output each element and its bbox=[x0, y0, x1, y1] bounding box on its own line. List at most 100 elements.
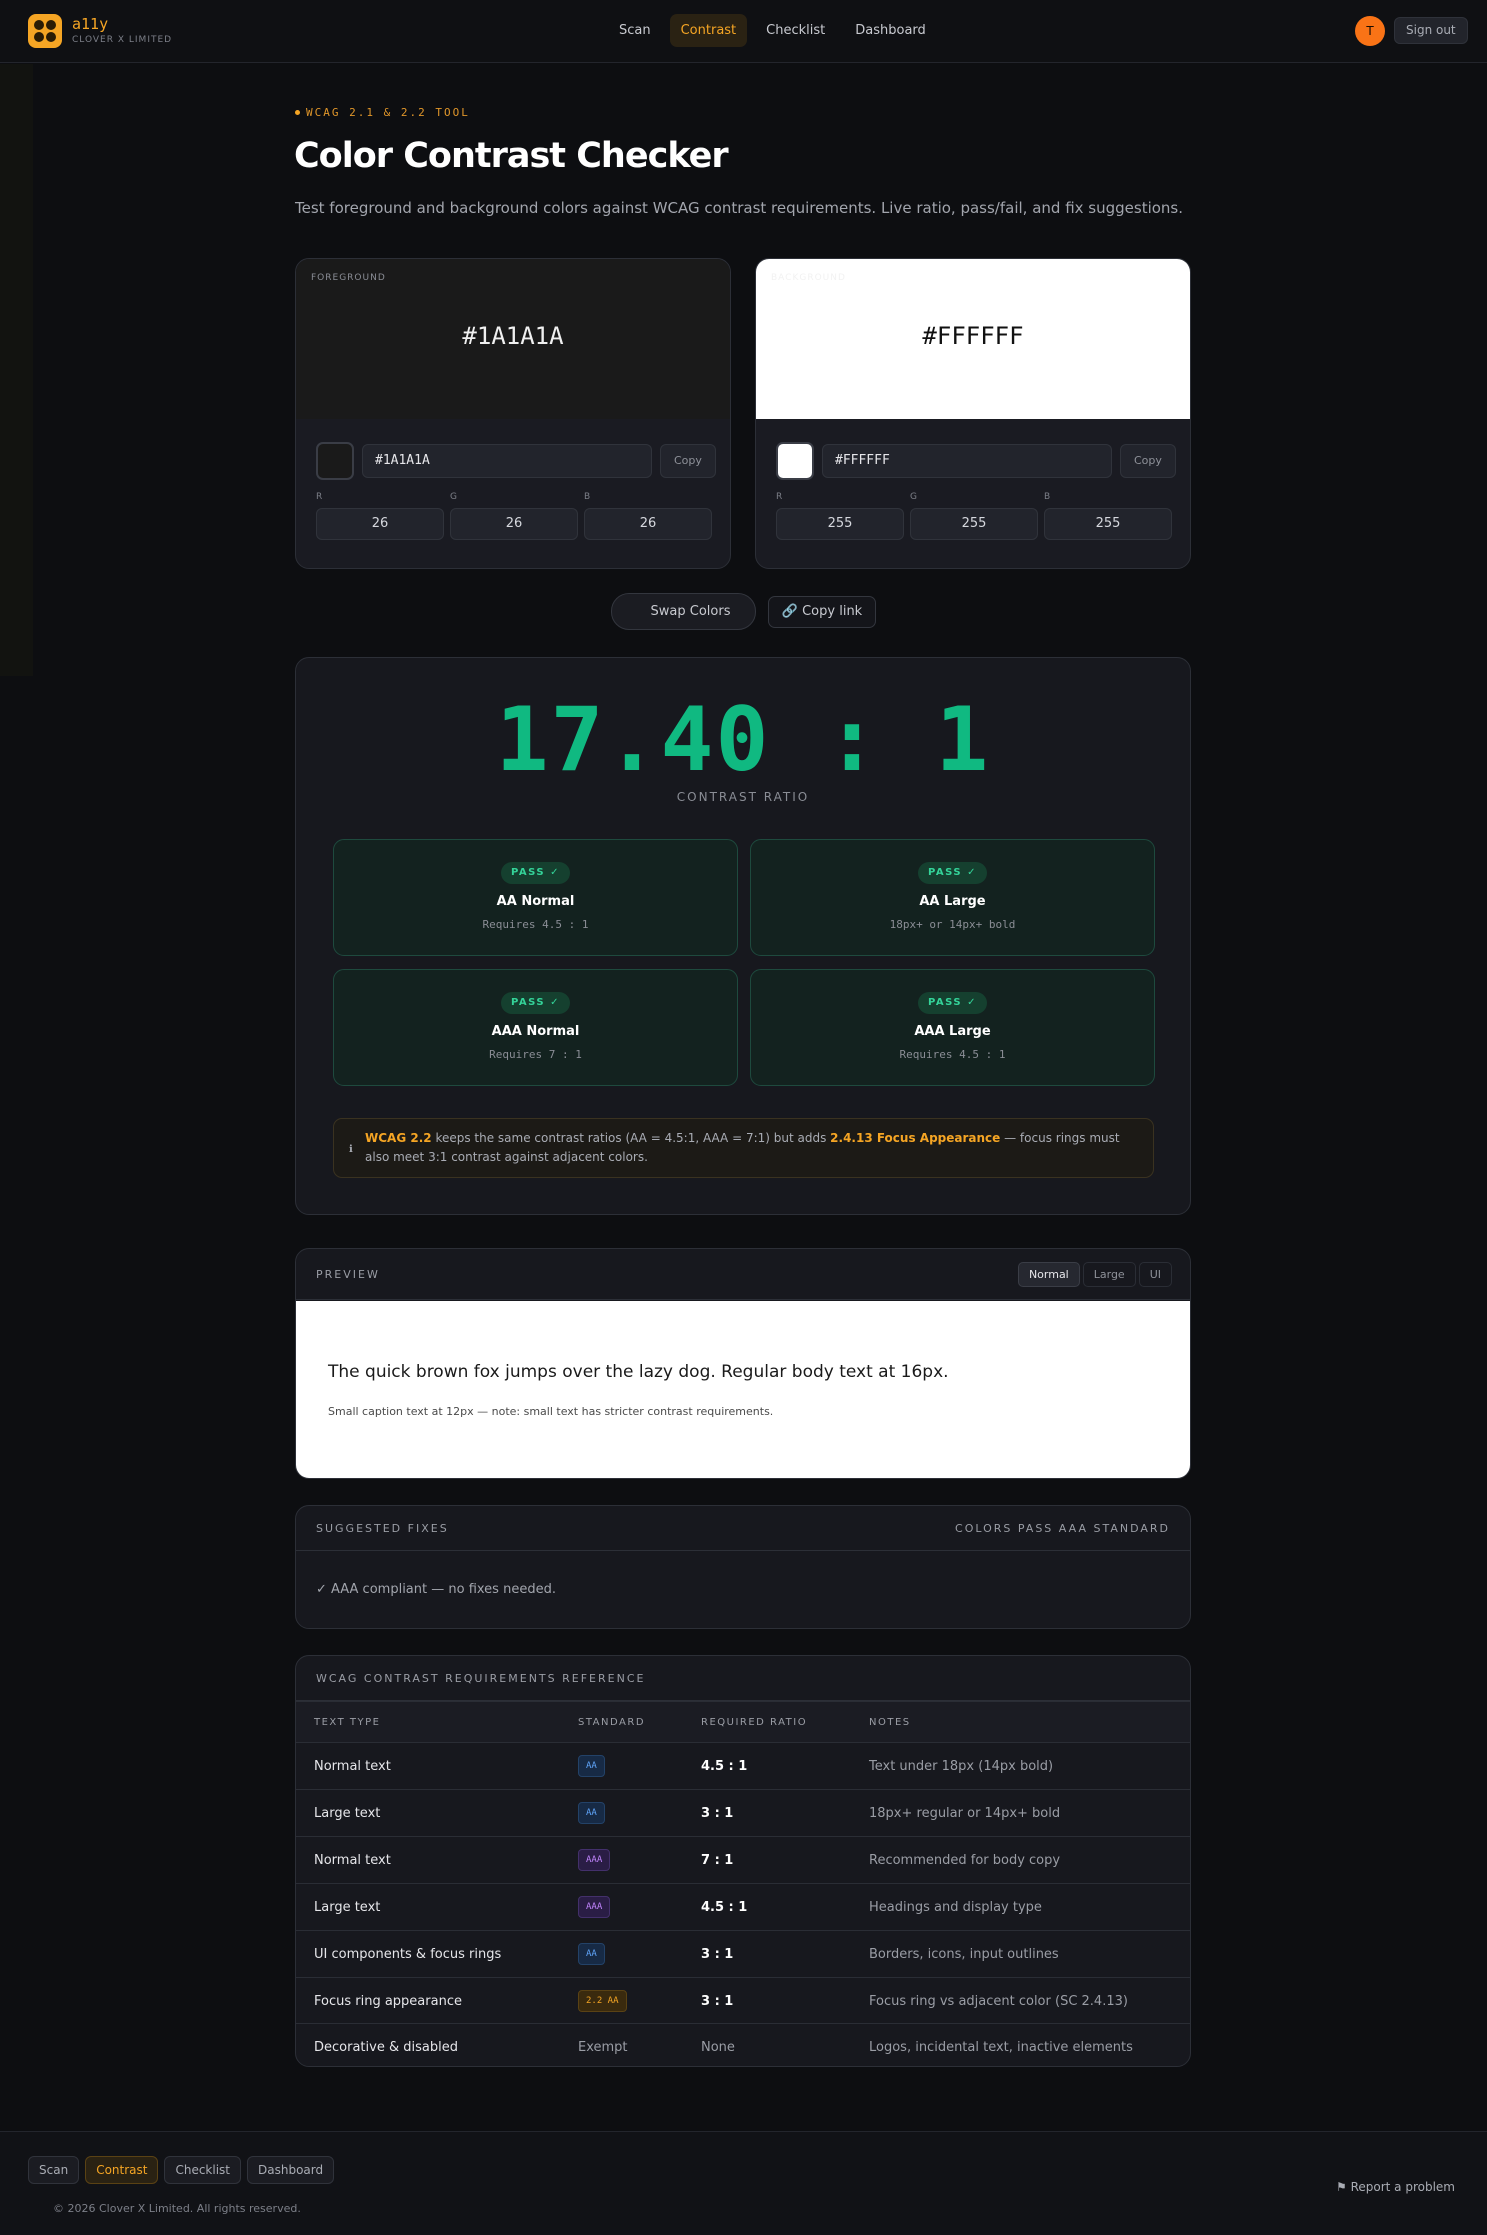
check-requirement: Requires 7 : 1 bbox=[489, 1048, 582, 1061]
brand-subtitle: CLOVER X LIMITED bbox=[72, 35, 173, 45]
eyebrow: WCAG 2.1 & 2.2 TOOL bbox=[295, 106, 470, 119]
background-hex-input[interactable]: #FFFFFF bbox=[822, 444, 1112, 478]
standard-badge: 2.2 AA bbox=[578, 1990, 627, 2012]
preview-mode-ui[interactable]: UI bbox=[1138, 1262, 1172, 1287]
standard-badge: AA bbox=[578, 1755, 605, 1777]
preview-mode-toggle: Normal Large UI bbox=[1017, 1262, 1172, 1287]
foreground-swatch[interactable]: FOREGROUND #1A1A1A bbox=[296, 259, 730, 419]
copy-link-label: Copy link bbox=[802, 604, 863, 619]
check-name: AAA Normal bbox=[491, 1024, 580, 1039]
check-card-aaa-large: PASS ✓ AAA Large Requires 4.5 : 1 bbox=[750, 969, 1155, 1086]
link-icon: 🔗 bbox=[781, 604, 798, 619]
info-icon: ℹ bbox=[349, 1144, 353, 1155]
footer-link-contrast[interactable]: Contrast bbox=[85, 2156, 159, 2184]
header-notes: NOTES bbox=[869, 1716, 911, 1728]
foreground-copy-button[interactable]: Copy bbox=[660, 444, 716, 478]
background-label: BACKGROUND bbox=[771, 273, 846, 283]
cell-text-type: Large text bbox=[314, 1899, 381, 1915]
cell-ratio: 3 : 1 bbox=[701, 1993, 734, 2009]
background-b-input[interactable]: 255 bbox=[1044, 508, 1172, 540]
cell-text-type: UI components & focus rings bbox=[314, 1946, 502, 1962]
standard-badge: AA bbox=[578, 1943, 605, 1965]
foreground-g-input[interactable]: 26 bbox=[450, 508, 578, 540]
note-highlight: 2.4.13 Focus Appearance bbox=[830, 1131, 1001, 1145]
footer-link-checklist[interactable]: Checklist bbox=[164, 2156, 242, 2184]
preview-mode-large[interactable]: Large bbox=[1082, 1262, 1136, 1287]
cell-text-type: Normal text bbox=[314, 1852, 391, 1868]
page-subtitle: Test foreground and background colors ag… bbox=[295, 199, 1184, 217]
sign-out-button[interactable]: Sign out bbox=[1394, 17, 1468, 44]
foreground-hex-input[interactable]: #1A1A1A bbox=[362, 444, 652, 478]
copy-link-button[interactable]: 🔗 Copy link bbox=[768, 596, 876, 628]
brand-name: a11y bbox=[72, 15, 109, 33]
standard-text: Exempt bbox=[578, 2039, 628, 2055]
background-card: BACKGROUND #FFFFFF #FFFFFF Copy R 255 G 25… bbox=[755, 258, 1191, 569]
nav-links: Scan Contrast Checklist Dashboard bbox=[608, 14, 937, 47]
fixes-message: ✓ AAA compliant — no fixes needed. bbox=[316, 1582, 556, 1597]
background-r-input[interactable]: 255 bbox=[776, 508, 904, 540]
background-copy-button[interactable]: Copy bbox=[1120, 444, 1176, 478]
cell-notes: Text under 18px (14px bold) bbox=[869, 1758, 1054, 1774]
top-nav: a11y CLOVER X LIMITED Scan Contrast Chec… bbox=[0, 0, 1487, 63]
nav-link-checklist[interactable]: Checklist bbox=[755, 14, 836, 47]
background-hex-display: #FFFFFF bbox=[922, 322, 1024, 350]
side-strip bbox=[0, 64, 33, 676]
foreground-hex-display: #1A1A1A bbox=[462, 322, 564, 350]
preview-mode-normal[interactable]: Normal bbox=[1017, 1262, 1080, 1287]
page-title: Color Contrast Checker bbox=[294, 136, 729, 176]
table-row: UI components & focus rings AA 3 : 1 Bor… bbox=[296, 1930, 1190, 1977]
contrast-ratio-value: 17.40 : 1 bbox=[495, 688, 991, 791]
foreground-color-picker[interactable] bbox=[316, 442, 354, 480]
background-g-input[interactable]: 255 bbox=[910, 508, 1038, 540]
swap-colors-button[interactable]: Swap Colors bbox=[611, 593, 756, 630]
cell-notes: Headings and display type bbox=[869, 1899, 1042, 1915]
fixes-status: COLORS PASS AAA STANDARD bbox=[955, 1522, 1170, 1535]
cell-ratio: 3 : 1 bbox=[701, 1805, 734, 1821]
background-color-picker[interactable] bbox=[776, 442, 814, 480]
background-swatch[interactable]: BACKGROUND #FFFFFF bbox=[756, 259, 1190, 419]
cell-ratio: 3 : 1 bbox=[701, 1946, 734, 1962]
table-row: Normal text AAA 7 : 1 Recommended for bo… bbox=[296, 1836, 1190, 1883]
report-problem-link[interactable]: ⚑ Report a problem bbox=[1336, 2180, 1455, 2194]
user-avatar[interactable]: T bbox=[1355, 16, 1385, 46]
standard-badge: AA bbox=[578, 1802, 605, 1824]
nav-link-dashboard[interactable]: Dashboard bbox=[844, 14, 937, 47]
footer-links: Scan Contrast Checklist Dashboard bbox=[28, 2156, 335, 2184]
note-lead: WCAG 2.2 bbox=[365, 1131, 432, 1145]
cell-text-type: Focus ring appearance bbox=[314, 1993, 462, 2009]
foreground-g-label: G bbox=[450, 492, 457, 502]
nav-link-contrast[interactable]: Contrast bbox=[669, 14, 748, 47]
cell-notes: Borders, icons, input outlines bbox=[869, 1946, 1059, 1962]
foreground-label: FOREGROUND bbox=[311, 273, 386, 283]
cell-text-type: Decorative & disabled bbox=[314, 2039, 458, 2055]
eyebrow-dot-icon bbox=[295, 110, 300, 115]
pass-badge: PASS ✓ bbox=[501, 862, 570, 884]
table-row: Normal text AA 4.5 : 1 Text under 18px (… bbox=[296, 1742, 1190, 1789]
copyright: © 2026 Clover X Limited. All rights rese… bbox=[53, 2202, 301, 2215]
cell-notes: Focus ring vs adjacent color (SC 2.4.13) bbox=[869, 1993, 1128, 2009]
foreground-b-input[interactable]: 26 bbox=[584, 508, 712, 540]
brand[interactable]: a11y CLOVER X LIMITED bbox=[28, 14, 172, 48]
check-name: AA Normal bbox=[496, 894, 575, 909]
foreground-r-label: R bbox=[316, 492, 323, 502]
footer-link-scan[interactable]: Scan bbox=[28, 2156, 80, 2184]
pass-badge: PASS ✓ bbox=[501, 992, 570, 1014]
cell-ratio: None bbox=[701, 2039, 735, 2055]
table-row: Large text AAA 4.5 : 1 Headings and disp… bbox=[296, 1883, 1190, 1930]
background-b-label: B bbox=[1044, 492, 1051, 502]
preview-body-text: The quick brown fox jumps over the lazy … bbox=[328, 1362, 949, 1382]
check-card-aa-large: PASS ✓ AA Large 18px+ or 14px+ bold bbox=[750, 839, 1155, 956]
check-requirement: Requires 4.5 : 1 bbox=[899, 1048, 1006, 1061]
preview-label: PREVIEW bbox=[316, 1268, 380, 1281]
nav-link-scan[interactable]: Scan bbox=[608, 14, 662, 47]
check-requirement: 18px+ or 14px+ bold bbox=[889, 918, 1016, 931]
check-name: AAA Large bbox=[914, 1024, 991, 1039]
table-row: Focus ring appearance 2.2 AA 3 : 1 Focus… bbox=[296, 1977, 1190, 2024]
eyebrow-text: WCAG 2.1 & 2.2 TOOL bbox=[306, 106, 470, 119]
table-row: Decorative & disabled Exempt None Logos,… bbox=[296, 2023, 1190, 2066]
preview-caption-text: Small caption text at 12px — note: small… bbox=[328, 1405, 774, 1418]
foreground-b-label: B bbox=[584, 492, 591, 502]
standard-badge: AAA bbox=[578, 1849, 611, 1871]
foreground-r-input[interactable]: 26 bbox=[316, 508, 444, 540]
footer-link-dashboard[interactable]: Dashboard bbox=[247, 2156, 335, 2184]
